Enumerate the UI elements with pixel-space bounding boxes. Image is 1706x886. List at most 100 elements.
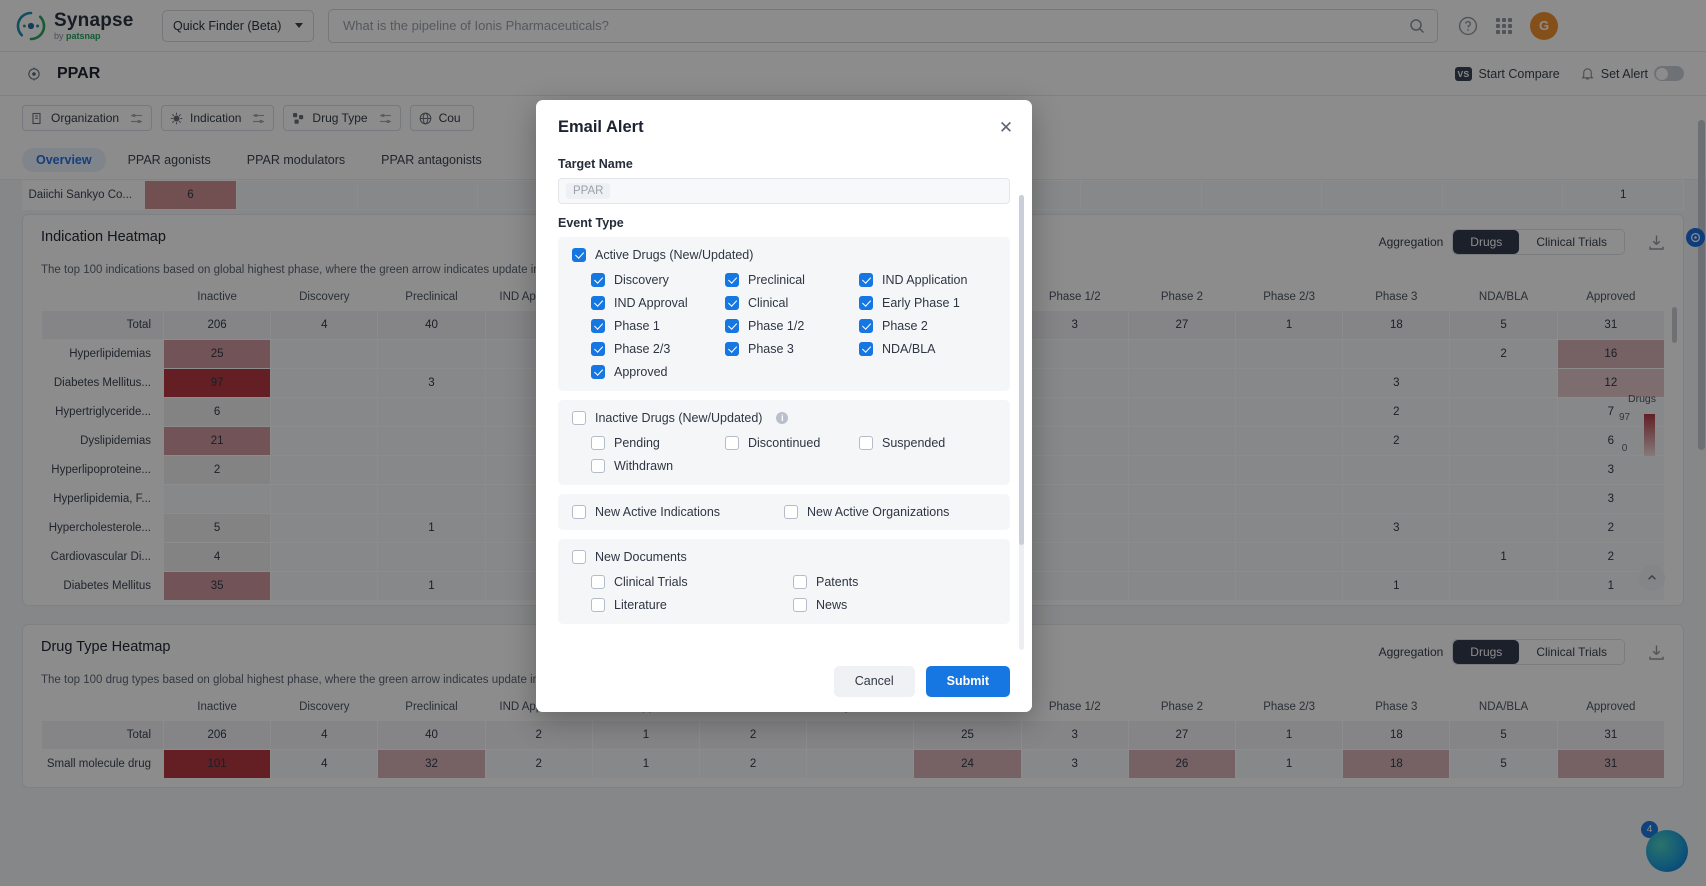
- checkbox-literature[interactable]: [591, 598, 605, 612]
- option-phase-1[interactable]: Phase 1: [591, 319, 725, 333]
- new-documents-label: New Documents: [595, 550, 687, 564]
- option-preclinical[interactable]: Preclinical: [725, 273, 859, 287]
- event-type-label: Event Type: [558, 216, 624, 230]
- option-early-phase-1[interactable]: Early Phase 1: [859, 296, 996, 310]
- checkbox-clinical-trials[interactable]: [591, 575, 605, 589]
- label-discontinued: Discontinued: [748, 436, 821, 450]
- label-new-active-organizations: New Active Organizations: [807, 505, 950, 519]
- inactive-drugs-label: Inactive Drugs (New/Updated): [595, 411, 763, 425]
- option-pending[interactable]: Pending: [591, 436, 725, 450]
- checkbox-clinical[interactable]: [725, 296, 739, 310]
- target-name-label: Target Name: [558, 157, 633, 171]
- checkbox-pending[interactable]: [591, 436, 605, 450]
- label-phase-1: Phase 1: [614, 319, 660, 333]
- option-ind-application[interactable]: IND Application: [859, 273, 996, 287]
- app-root: Synapse by patsnap Quick Finder (Beta) W…: [0, 0, 1706, 886]
- checkbox-discontinued[interactable]: [725, 436, 739, 450]
- option-clinical[interactable]: Clinical: [725, 296, 859, 310]
- label-phase-1-2: Phase 1/2: [748, 319, 805, 333]
- label-news: News: [816, 598, 848, 612]
- label-suspended: Suspended: [882, 436, 946, 450]
- checkbox-active-drugs[interactable]: [572, 248, 586, 262]
- info-icon[interactable]: i: [776, 412, 789, 424]
- dialog-body[interactable]: Target Name PPAR Event Type Active Drugs…: [536, 143, 1032, 650]
- email-alert-dialog: Email Alert ✕ Target Name PPAR Event Typ…: [536, 100, 1032, 712]
- checkbox-ind-application[interactable]: [859, 273, 873, 287]
- group-inactive-drugs: Inactive Drugs (New/Updated) i Pending D…: [558, 400, 1010, 485]
- option-approved[interactable]: Approved: [591, 365, 725, 379]
- label-discovery: Discovery: [614, 273, 669, 287]
- option-suspended[interactable]: Suspended: [859, 436, 996, 450]
- option-nda-bla[interactable]: NDA/BLA: [859, 342, 996, 356]
- checkbox-nda-bla[interactable]: [859, 342, 873, 356]
- checkbox-phase-3[interactable]: [725, 342, 739, 356]
- checkbox-new-documents[interactable]: [572, 550, 586, 564]
- label-pending: Pending: [614, 436, 660, 450]
- checkbox-approved[interactable]: [591, 365, 605, 379]
- label-nda-bla: NDA/BLA: [882, 342, 936, 356]
- option-new-active-organizations[interactable]: New Active Organizations: [784, 505, 996, 519]
- new-documents-children: Clinical Trials Patents Literature News: [572, 575, 996, 612]
- checkbox-suspended[interactable]: [859, 436, 873, 450]
- checkbox-new-active-indications[interactable]: [572, 505, 586, 519]
- checkbox-new-active-organizations[interactable]: [784, 505, 798, 519]
- option-phase-1-2[interactable]: Phase 1/2: [725, 319, 859, 333]
- label-clinical-trials: Clinical Trials: [614, 575, 688, 589]
- inactive-drugs-children: Pending Discontinued Suspended Withdrawn: [572, 436, 996, 473]
- label-phase-3: Phase 3: [748, 342, 794, 356]
- option-phase-2-3[interactable]: Phase 2/3: [591, 342, 725, 356]
- checkbox-ind-approval[interactable]: [591, 296, 605, 310]
- option-patents[interactable]: Patents: [793, 575, 996, 589]
- checkbox-withdrawn[interactable]: [591, 459, 605, 473]
- label-phase-2-3: Phase 2/3: [614, 342, 671, 356]
- option-literature[interactable]: Literature: [591, 598, 793, 612]
- group-active-drugs: Active Drugs (New/Updated) Discovery Pre…: [558, 237, 1010, 391]
- active-drugs-children: Discovery Preclinical IND Application IN…: [572, 273, 996, 379]
- checkbox-phase-1[interactable]: [591, 319, 605, 333]
- option-withdrawn[interactable]: Withdrawn: [591, 459, 725, 473]
- active-drugs-label: Active Drugs (New/Updated): [595, 248, 754, 262]
- group-new-documents: New Documents Clinical Trials Patents Li…: [558, 539, 1010, 624]
- close-icon[interactable]: ✕: [996, 118, 1016, 138]
- new-documents-parent-row[interactable]: New Documents: [572, 550, 996, 564]
- option-phase-3[interactable]: Phase 3: [725, 342, 859, 356]
- dialog-scroll-thumb[interactable]: [1019, 195, 1024, 545]
- submit-button[interactable]: Submit: [925, 665, 1010, 697]
- checkbox-news[interactable]: [793, 598, 807, 612]
- dialog-footer: Cancel Submit: [536, 650, 1032, 712]
- label-approved: Approved: [614, 365, 668, 379]
- option-ind-approval[interactable]: IND Approval: [591, 296, 725, 310]
- label-ind-application: IND Application: [882, 273, 968, 287]
- checkbox-phase-2[interactable]: [859, 319, 873, 333]
- label-literature: Literature: [614, 598, 667, 612]
- label-clinical: Clinical: [748, 296, 789, 310]
- checkbox-discovery[interactable]: [591, 273, 605, 287]
- cancel-button[interactable]: Cancel: [833, 665, 915, 697]
- checkbox-patents[interactable]: [793, 575, 807, 589]
- label-new-active-indications: New Active Indications: [595, 505, 721, 519]
- checkbox-phase-2-3[interactable]: [591, 342, 605, 356]
- option-phase-2[interactable]: Phase 2: [859, 319, 996, 333]
- option-clinical-trials[interactable]: Clinical Trials: [591, 575, 793, 589]
- dialog-title: Email Alert: [558, 118, 644, 136]
- label-early-phase-1: Early Phase 1: [882, 296, 960, 310]
- label-preclinical: Preclinical: [748, 273, 805, 287]
- checkbox-phase-1-2[interactable]: [725, 319, 739, 333]
- label-withdrawn: Withdrawn: [614, 459, 674, 473]
- target-name-field[interactable]: PPAR: [558, 178, 1010, 204]
- target-name-tag: PPAR: [566, 183, 611, 199]
- checkbox-inactive-drugs[interactable]: [572, 411, 586, 425]
- checkbox-early-phase-1[interactable]: [859, 296, 873, 310]
- group-new-active: New Active Indications New Active Organi…: [558, 494, 1010, 530]
- inactive-drugs-parent-row[interactable]: Inactive Drugs (New/Updated) i: [572, 411, 996, 425]
- option-discontinued[interactable]: Discontinued: [725, 436, 859, 450]
- dialog-header: Email Alert ✕: [536, 100, 1032, 143]
- active-drugs-parent-row[interactable]: Active Drugs (New/Updated): [572, 248, 996, 262]
- option-news[interactable]: News: [793, 598, 996, 612]
- label-phase-2: Phase 2: [882, 319, 928, 333]
- checkbox-preclinical[interactable]: [725, 273, 739, 287]
- label-patents: Patents: [816, 575, 859, 589]
- label-ind-approval: IND Approval: [614, 296, 688, 310]
- option-discovery[interactable]: Discovery: [591, 273, 725, 287]
- option-new-active-indications[interactable]: New Active Indications: [572, 505, 784, 519]
